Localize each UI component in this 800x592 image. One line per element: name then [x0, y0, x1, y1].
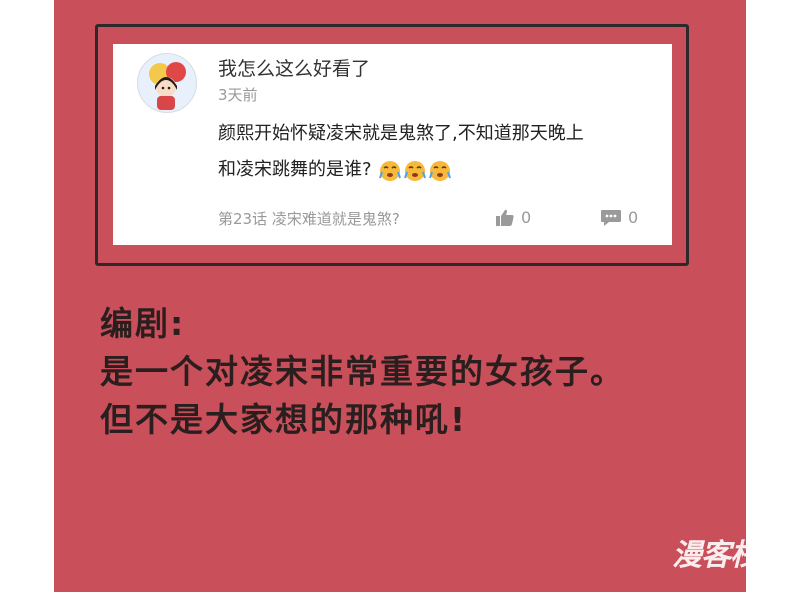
- like-button[interactable]: 0: [495, 208, 531, 227]
- crying-face-icon: [428, 161, 451, 181]
- writer-note-line: 编剧:: [100, 304, 186, 343]
- comment-line-text: 和凌宋跳舞的是谁?: [218, 159, 372, 180]
- comment-text: 颜熙开始怀疑凌宋就是鬼煞了,不知道那天晚上 和凌宋跳舞的是谁?: [218, 116, 663, 188]
- comment-timestamp: 3天前: [218, 86, 258, 104]
- crying-face-icon: [378, 161, 401, 181]
- comment-line: 颜熙开始怀疑凌宋就是鬼煞了,不知道那天晚上: [218, 123, 584, 144]
- writer-note: 编剧: 是一个对凌宋非常重要的女孩子。 但不是大家想的那种吼!: [100, 300, 625, 444]
- reply-button[interactable]: 0: [600, 208, 638, 227]
- comment-line: 和凌宋跳舞的是谁?: [218, 152, 663, 188]
- avatar[interactable]: [137, 53, 197, 113]
- emoji-group: [378, 158, 452, 182]
- reply-count: 0: [628, 208, 639, 227]
- writer-note-line: 但不是大家想的那种吼!: [100, 400, 468, 439]
- chapter-link[interactable]: 第23话 凌宋难道就是鬼煞?: [218, 208, 400, 229]
- comment-bubble-icon: [601, 209, 621, 226]
- comment-footer: 第23话 凌宋难道就是鬼煞? 0 0: [218, 208, 648, 232]
- thumbs-up-icon: [496, 209, 514, 226]
- like-count: 0: [521, 208, 532, 227]
- crying-face-icon: [403, 161, 426, 181]
- comment-username[interactable]: 我怎么这么好看了: [218, 54, 370, 81]
- writer-note-line: 是一个对凌宋非常重要的女孩子。: [100, 352, 625, 391]
- comment-card: 我怎么这么好看了 3天前 颜熙开始怀疑凌宋就是鬼煞了,不知道那天晚上 和凌宋跳舞…: [113, 44, 672, 245]
- watermark-logo: 漫客栈: [672, 538, 760, 573]
